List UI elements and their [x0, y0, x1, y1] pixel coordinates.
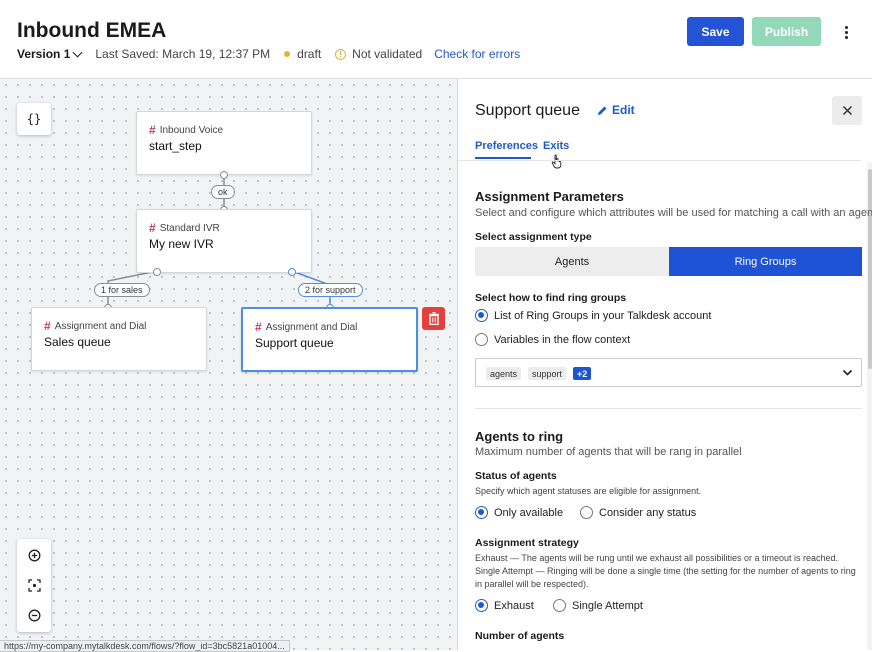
step-settings-panel: Support queue Edit Preferences Exits Ass… [457, 79, 872, 650]
zoom-out-icon [28, 609, 40, 621]
zoom-out-button[interactable] [17, 600, 51, 630]
assignment-type-label: Select assignment type [475, 231, 592, 243]
number-of-agents-label: Number of agents [475, 630, 565, 642]
radio-checked-icon [475, 506, 488, 519]
edge-label-support: 2 for support [298, 283, 363, 297]
status-of-agents-desc: Specify which agent statuses are eligibl… [475, 486, 702, 496]
zoom-in-icon [28, 549, 40, 561]
flow-canvas[interactable]: {} # Inbound Voice start_step ok # Standar… [0, 79, 457, 650]
find-ring-groups-label: Select how to find ring groups [475, 292, 627, 304]
hash-icon: # [44, 319, 51, 333]
flow-header: Inbound EMEA Version 1 Last Saved: March… [0, 0, 872, 79]
radio-unchecked-icon [580, 506, 593, 519]
draft-status: draft [284, 47, 321, 61]
flow-title: Inbound EMEA [17, 19, 167, 42]
selected-tag: support [528, 367, 567, 380]
flow-meta: Version 1 Last Saved: March 19, 12:37 PM… [17, 47, 520, 61]
active-tab-indicator [475, 157, 531, 159]
pencil-icon [598, 106, 607, 115]
version-selector[interactable]: Version 1 [17, 47, 83, 61]
radio-ring-group-list[interactable]: List of Ring Groups in your Talkdesk acc… [475, 309, 711, 322]
panel-scrollbar-thumb[interactable] [868, 169, 872, 369]
chevron-down-icon [72, 47, 83, 57]
output-port[interactable] [153, 268, 161, 276]
flow-node-inbound-voice[interactable]: # Inbound Voice start_step [136, 111, 312, 175]
flow-node-standard-ivr[interactable]: # Standard IVR My new IVR [136, 209, 312, 273]
tab-preferences[interactable]: Preferences [475, 140, 538, 152]
edit-label: Edit [612, 103, 635, 117]
node-name: Support queue [255, 336, 334, 350]
close-icon [842, 105, 852, 116]
edit-button[interactable]: Edit [597, 103, 635, 117]
radio-exhaust[interactable]: Exhaust [475, 599, 534, 612]
strategy-desc-exhaust: Exhaust — The agents will be rung until … [475, 553, 839, 563]
output-port[interactable] [220, 171, 228, 179]
node-type: # Inbound Voice [149, 123, 224, 137]
save-button[interactable]: Save [687, 17, 744, 46]
radio-flow-variables[interactable]: Variables in the flow context [475, 333, 630, 346]
assignment-strategy-label: Assignment strategy [475, 537, 579, 549]
node-name: My new IVR [149, 237, 214, 251]
validation-status: ! Not validated [335, 47, 422, 61]
publish-button[interactable]: Publish [752, 17, 821, 46]
agents-to-ring-title: Agents to ring [475, 429, 564, 444]
version-label: Version 1 [17, 47, 71, 61]
delete-node-button[interactable] [422, 307, 445, 330]
validation-label: Not validated [352, 47, 423, 61]
ring-groups-select[interactable]: agents support +2 [475, 358, 862, 387]
status-bar-url: https://my-company.mytalkdesk.com/flows/… [0, 640, 290, 652]
node-type: # Standard IVR [149, 221, 220, 235]
more-options-icon[interactable] [838, 22, 854, 42]
tabs-divider [458, 160, 861, 161]
warning-icon: ! [335, 48, 347, 60]
hash-icon: # [255, 320, 262, 334]
agents-to-ring-desc: Maximum number of agents that will be ra… [475, 446, 742, 458]
hand-cursor-icon [551, 154, 562, 169]
more-tags-badge: +2 [573, 367, 592, 380]
radio-checked-icon [475, 599, 488, 612]
radio-unchecked-icon [553, 599, 566, 612]
fit-view-button[interactable] [17, 570, 51, 600]
draft-dot-icon [284, 51, 291, 57]
node-type: # Assignment and Dial [44, 319, 147, 333]
flow-node-support-queue[interactable]: # Assignment and Dial Support queue [241, 307, 418, 372]
assignment-parameters-title: Assignment Parameters [475, 189, 624, 204]
fit-view-icon [27, 578, 41, 592]
zoom-controls [17, 539, 51, 632]
node-name: Sales queue [44, 335, 111, 349]
panel-title: Support queue [475, 102, 580, 119]
node-type: # Assignment and Dial [255, 320, 358, 334]
section-divider [475, 408, 862, 409]
output-port[interactable] [288, 268, 296, 276]
flow-node-sales-queue[interactable]: # Assignment and Dial Sales queue [31, 307, 207, 371]
draft-label: draft [297, 47, 322, 61]
radio-single-attempt[interactable]: Single Attempt [553, 599, 643, 612]
close-panel-button[interactable] [832, 96, 862, 125]
trash-icon [428, 312, 439, 325]
status-of-agents-label: Status of agents [475, 470, 557, 482]
assignment-parameters-desc: Select and configure which attributes wi… [475, 207, 872, 219]
radio-only-available[interactable]: Only available [475, 506, 563, 519]
assignment-type-agents[interactable]: Agents [475, 247, 669, 276]
tab-exits[interactable]: Exits [543, 140, 569, 152]
selected-tag: agents [486, 367, 522, 380]
radio-unchecked-icon [475, 333, 488, 346]
assignment-type-ring-groups[interactable]: Ring Groups [669, 247, 862, 276]
variables-button[interactable]: {} [17, 103, 51, 135]
check-errors-link[interactable]: Check for errors [434, 47, 520, 61]
last-saved-text: Last Saved: March 19, 12:37 PM [95, 47, 271, 61]
hash-icon: # [149, 123, 156, 137]
chevron-down-icon [842, 369, 853, 376]
node-name: start_step [149, 139, 202, 153]
hash-icon: # [149, 221, 156, 235]
zoom-in-button[interactable] [17, 540, 51, 570]
radio-any-status[interactable]: Consider any status [580, 506, 696, 519]
edge-label-ok: ok [211, 185, 235, 199]
edge-label-sales: 1 for sales [94, 283, 150, 297]
radio-checked-icon [475, 309, 488, 322]
strategy-desc-single: Single Attempt — Ringing will be done a … [475, 566, 856, 589]
